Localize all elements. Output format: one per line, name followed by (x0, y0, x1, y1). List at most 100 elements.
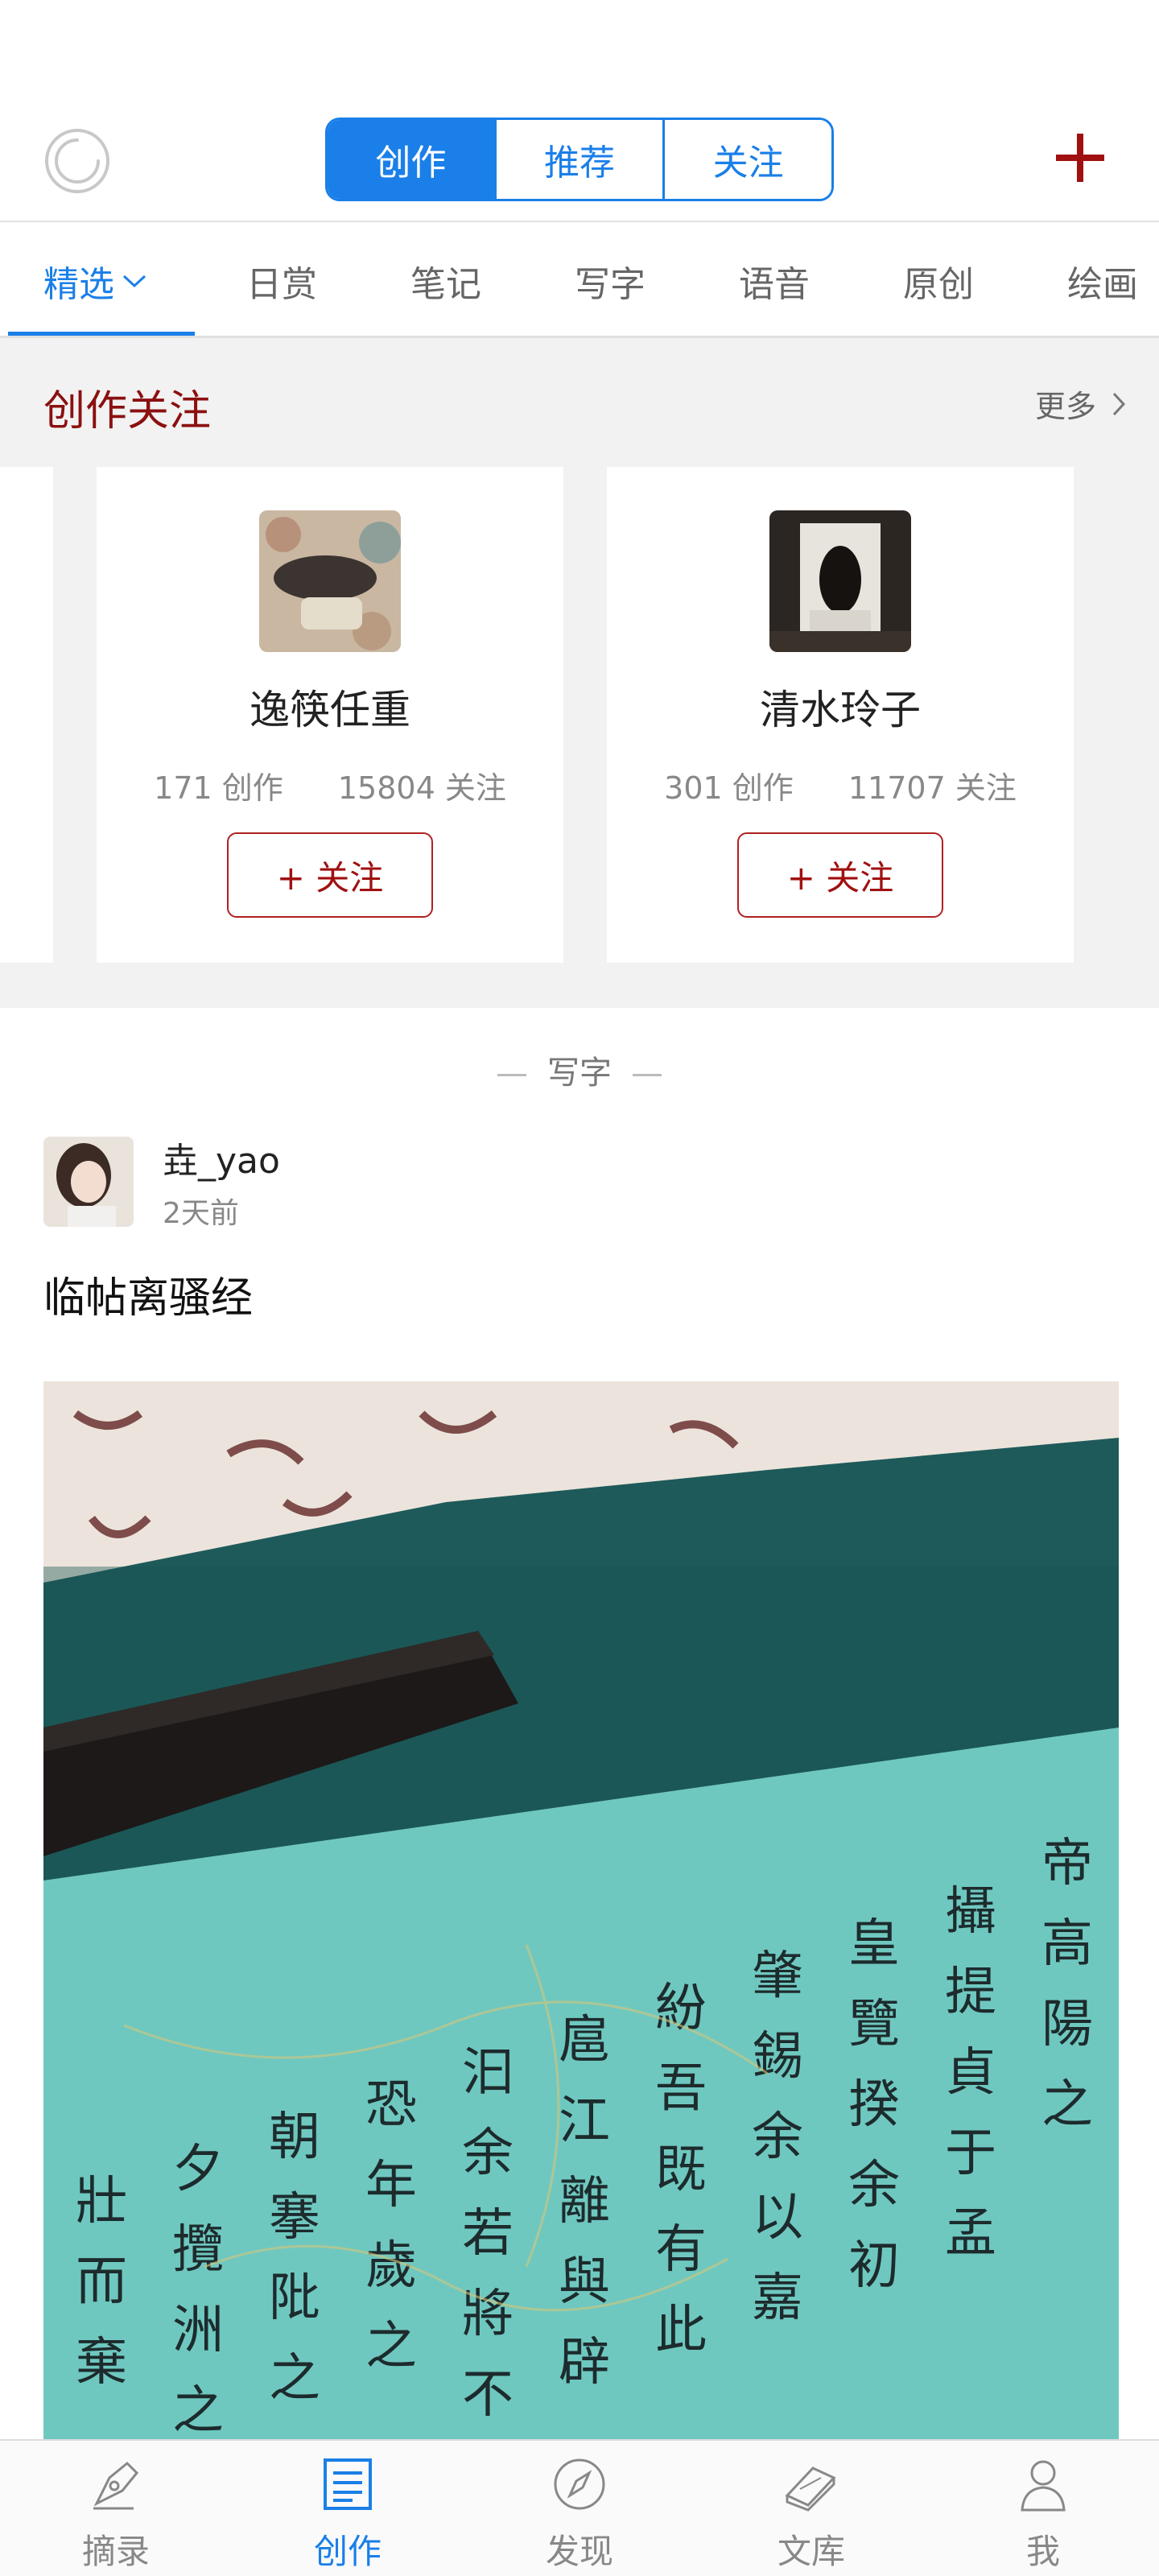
section-title: 创作关注 (43, 387, 212, 436)
creator-stats: 301 创作 11707 关注 (607, 763, 1074, 807)
svg-text:恐: 恐 (365, 2075, 417, 2135)
top-bar: 创作 推荐 关注 (0, 0, 1159, 222)
avatar[interactable] (43, 1137, 134, 1227)
svg-text:余: 余 (752, 2107, 803, 2167)
svg-text:提: 提 (945, 1963, 996, 2022)
svg-text:帝: 帝 (1041, 1834, 1093, 1893)
circle-refresh-icon[interactable] (43, 127, 111, 195)
creator-card-partial[interactable] (0, 467, 53, 963)
svg-text:之: 之 (365, 2317, 417, 2376)
creator-stats: 171 创作 15804 关注 (97, 763, 563, 807)
nav-label: 创作 (313, 2532, 382, 2571)
svg-text:之: 之 (269, 2349, 320, 2409)
svg-text:洲: 洲 (172, 2301, 224, 2360)
nav-label: 我 (1025, 2532, 1060, 2571)
follow-button[interactable]: + 关注 (227, 832, 433, 918)
svg-text:離: 離 (559, 2172, 610, 2231)
tab-label: 精选 (43, 264, 114, 305)
svg-text:陽: 陽 (1041, 1995, 1093, 2054)
svg-text:搴: 搴 (269, 2188, 320, 2248)
svg-text:余: 余 (848, 2156, 900, 2215)
document-icon (324, 2458, 372, 2510)
svg-text:阰: 阰 (269, 2268, 320, 2328)
svg-text:夕: 夕 (172, 2140, 224, 2199)
tab-notes[interactable]: 笔记 (410, 253, 481, 309)
nav-me[interactable]: 我 (927, 2441, 1159, 2576)
post-author[interactable]: 垚_yao (163, 1132, 280, 1183)
pen-nib-icon (93, 2461, 139, 2510)
works-count: 171 创作 (154, 770, 283, 806)
post-time: 2天前 (163, 1197, 239, 1230)
tab-painting[interactable]: 绘画 (1067, 253, 1138, 309)
followers-count: 15804 关注 (337, 770, 506, 806)
tab-writing[interactable]: 写字 (575, 253, 645, 309)
nav-excerpt[interactable]: 摘录 (0, 2441, 232, 2576)
nav-library[interactable]: 文库 (695, 2441, 927, 2576)
post-category: 写字 (0, 1046, 1159, 1093)
svg-text:若: 若 (462, 2204, 514, 2264)
svg-text:江: 江 (559, 2091, 610, 2151)
segment-recommend[interactable]: 推荐 (496, 120, 666, 199)
svg-text:辟: 辟 (559, 2333, 610, 2392)
nav-discover[interactable]: 发现 (464, 2441, 695, 2576)
book-icon (785, 2467, 836, 2512)
svg-text:與: 與 (559, 2252, 610, 2312)
creator-card[interactable]: 逸筷任重 171 创作 15804 关注 + 关注 (97, 467, 563, 963)
segment-follow[interactable]: 关注 (665, 120, 831, 199)
svg-text:棄: 棄 (76, 2333, 127, 2392)
active-tab-indicator (8, 332, 195, 336)
svg-text:覽: 覽 (848, 1995, 900, 2054)
nav-label: 摘录 (81, 2532, 150, 2571)
follow-section: 创作关注 更多 逸筷任重 171 创作 15804 关注 + 关注 清水玲子 3… (0, 338, 1159, 1008)
nav-create[interactable]: 创作 (232, 2441, 464, 2576)
svg-text:余: 余 (462, 2124, 514, 2183)
svg-text:此: 此 (655, 2301, 707, 2360)
chevron-right-icon (1112, 392, 1126, 415)
plus-icon[interactable] (1051, 129, 1109, 187)
tab-featured[interactable]: 精选 (43, 253, 148, 309)
svg-text:吾: 吾 (655, 2059, 707, 2119)
tab-voice[interactable]: 语音 (739, 253, 810, 309)
person-icon (1021, 2460, 1066, 2512)
more-label: 更多 (1034, 389, 1096, 424)
category-tabs: 精选 日赏 笔记 写字 语音 原创 绘画 (0, 224, 1159, 338)
svg-text:嘉: 嘉 (752, 2268, 803, 2328)
nav-label: 文库 (777, 2532, 845, 2571)
svg-text:攬: 攬 (172, 2220, 224, 2280)
follow-button[interactable]: + 关注 (737, 832, 943, 918)
svg-text:紛: 紛 (655, 1979, 707, 2038)
segment-create[interactable]: 创作 (328, 120, 497, 199)
svg-text:朝: 朝 (269, 2107, 320, 2167)
nav-label: 发现 (545, 2532, 613, 2571)
followers-count: 11707 关注 (848, 770, 1017, 806)
creator-name: 清水玲子 (760, 687, 921, 733)
svg-text:肇: 肇 (752, 1946, 803, 2006)
post-image[interactable]: 帝高陽之 攝提貞于孟 皇覽揆余初 肇錫余以嘉 紛吾既有此 扈江離與辟 汩余若將不… (43, 1381, 1119, 2441)
svg-text:扈: 扈 (559, 2011, 610, 2070)
svg-text:不: 不 (462, 2365, 514, 2425)
post-title[interactable]: 临帖离骚经 (43, 1264, 253, 1324)
bottom-nav: 摘录 创作 发现 文库 我 (0, 2439, 1159, 2576)
avatar (769, 510, 911, 652)
svg-text:而: 而 (76, 2252, 127, 2312)
svg-text:皇: 皇 (848, 1914, 900, 1974)
svg-text:之: 之 (1041, 2075, 1093, 2135)
divider (633, 1073, 662, 1076)
svg-text:初: 初 (848, 2236, 900, 2296)
divider (497, 1073, 526, 1076)
tab-daily[interactable]: 日赏 (246, 253, 317, 309)
svg-text:揆: 揆 (848, 2075, 900, 2135)
chevron-down-icon (122, 275, 146, 288)
creator-card[interactable]: 清水玲子 301 创作 11707 关注 + 关注 (607, 467, 1074, 963)
avatar (259, 510, 401, 652)
svg-text:之: 之 (172, 2381, 224, 2441)
creator-name: 逸筷任重 (250, 687, 410, 733)
svg-text:高: 高 (1041, 1914, 1093, 1974)
svg-text:以: 以 (752, 2188, 803, 2248)
svg-text:壯: 壯 (76, 2172, 127, 2231)
post-category-label: 写字 (547, 1055, 612, 1092)
svg-text:孟: 孟 (945, 2204, 996, 2264)
svg-text:攝: 攝 (945, 1882, 996, 1942)
more-link[interactable]: 更多 (1035, 382, 1127, 426)
tab-original[interactable]: 原创 (903, 253, 974, 309)
